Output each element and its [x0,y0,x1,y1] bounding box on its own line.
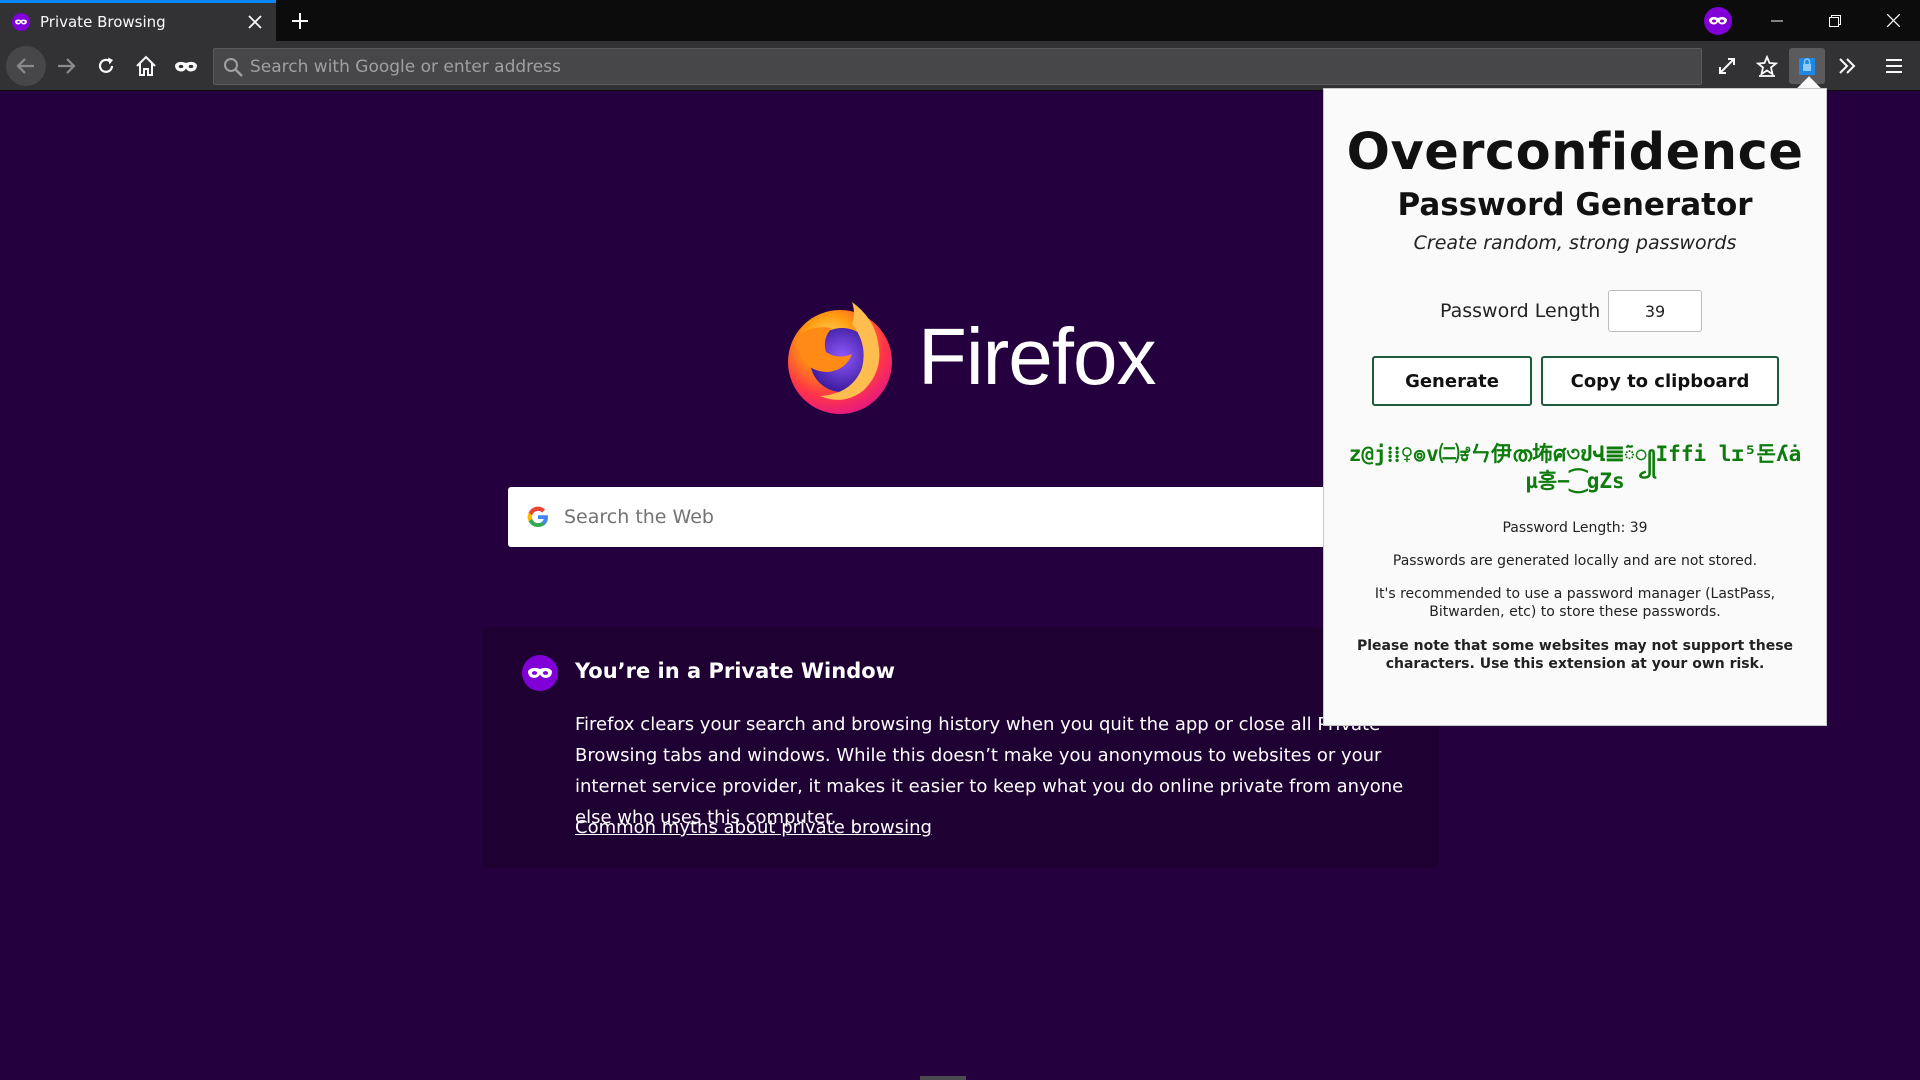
generate-button[interactable]: Generate [1372,356,1532,406]
address-input[interactable] [250,56,1701,77]
reload-button[interactable] [88,48,124,84]
copy-to-clipboard-button[interactable]: Copy to clipboard [1541,356,1779,406]
tab-private-browsing[interactable]: Private Browsing [0,0,276,41]
firefox-logo-icon [788,302,892,414]
forward-arrow-icon [58,58,76,74]
popup-subtitle: Password Generator [1397,187,1753,223]
private-browsing-icon [522,655,558,691]
password-length-label: Password Length [1440,300,1601,322]
address-bar[interactable] [213,48,1702,85]
fullscreen-button[interactable] [1709,48,1745,84]
plus-icon [292,13,308,29]
navigation-toolbar [0,41,1920,91]
minimize-icon [1771,20,1783,21]
private-browsing-indicator-icon [1704,7,1732,35]
search-icon [224,57,243,77]
home-icon [136,55,156,76]
google-icon [527,506,548,527]
back-arrow-icon [16,58,34,74]
info-body: Firefox clears your search and browsing … [575,714,1404,828]
popup-title: Overconfidence [1346,123,1804,182]
web-search-input[interactable] [564,506,1412,528]
generated-password: z@j⁞⁞♀๏v㈡ಕೆㄣ伊ത㘵ศ৩ປՎ𝌆ᰶ꧀Iffi lɪ⁵돈ʎȧµ홍−⁐gZs [1348,442,1802,493]
close-window-button[interactable] [1866,0,1920,41]
tab-strip: Private Browsing [0,0,1920,41]
home-button[interactable] [128,48,164,84]
app-menu-button[interactable] [1876,48,1912,84]
chevron-double-right-icon [1839,58,1856,74]
close-icon [1886,14,1900,27]
popup-description: Create random, strong passwords [1413,232,1737,254]
bottom-drag-handle [920,1076,966,1080]
overflow-menu-button[interactable] [1829,48,1865,84]
password-manager-note: It's recommended to use a password manag… [1374,586,1776,620]
star-list-icon [1756,55,1778,77]
back-button[interactable] [6,46,46,86]
mask-icon [175,61,197,72]
firefox-logo: Firefox [782,298,1156,416]
web-search-box[interactable] [508,487,1412,547]
compatibility-warning: Please note that some websites may not s… [1356,638,1794,672]
private-browsing-myths-link[interactable]: Common myths about private browsing [575,817,932,838]
local-generation-note: Passwords are generated locally and are … [1392,553,1758,569]
info-title: You’re in a Private Window [575,659,896,683]
close-tab-icon[interactable] [240,7,270,37]
minimize-button[interactable] [1750,0,1804,41]
forward-button[interactable] [48,48,84,84]
reload-icon [98,57,114,73]
firefox-wordmark: Firefox [918,312,1156,401]
private-mask-icon [12,13,30,31]
tab-title: Private Browsing [40,13,166,31]
password-length-input[interactable] [1608,290,1702,332]
restore-button[interactable] [1808,0,1862,41]
lock-icon [1799,58,1815,75]
private-window-info-card: You’re in a Private Window Firefox clear… [482,627,1439,868]
private-browsing-button[interactable] [168,48,204,84]
expand-icon [1719,58,1735,74]
new-tab-button[interactable] [284,5,316,37]
restore-icon [1829,14,1841,27]
bookmarks-button[interactable] [1749,48,1785,84]
hamburger-menu-icon [1886,59,1902,73]
password-generator-popup: Overconfidence Password Generator Create… [1323,88,1827,726]
password-length-info: Password Length: 39 [1502,520,1648,536]
